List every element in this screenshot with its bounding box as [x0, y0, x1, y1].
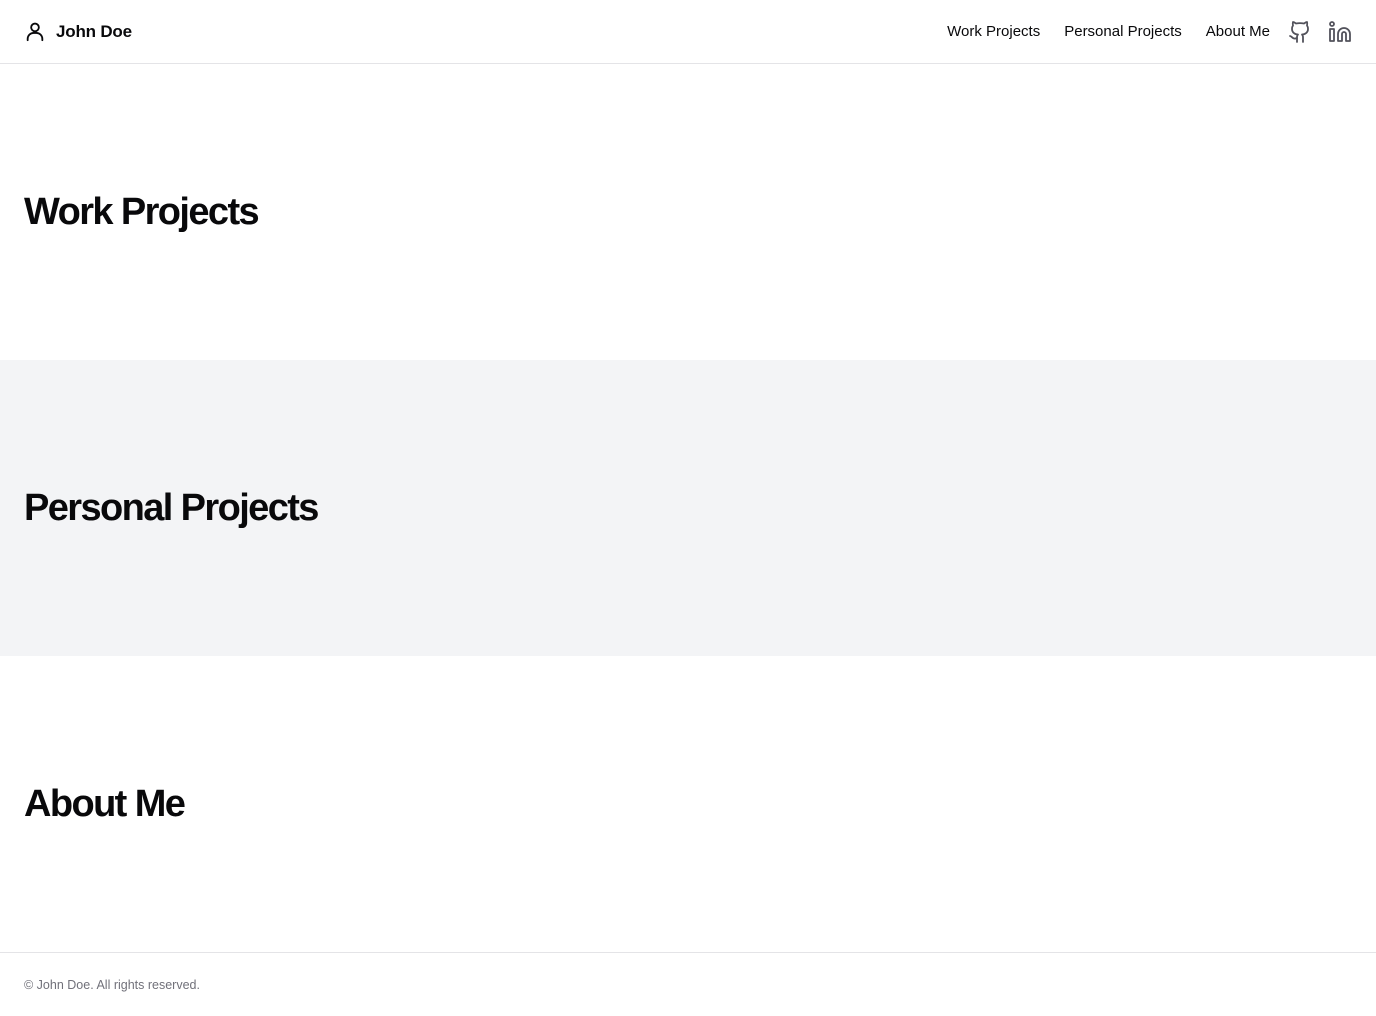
- about-me-section: About Me: [0, 656, 1376, 952]
- linkedin-link[interactable]: [1328, 20, 1352, 44]
- github-icon: [1288, 20, 1312, 44]
- user-icon: [24, 21, 46, 43]
- section-title-personal-projects: Personal Projects: [24, 487, 319, 529]
- personal-projects-section: Personal Projects: [0, 360, 1376, 656]
- section-title-about-me: About Me: [24, 783, 186, 825]
- work-projects-section: Work Projects: [0, 64, 1376, 360]
- site-header: John Doe Work Projects Personal Projects…: [0, 0, 1376, 64]
- main-nav: Work Projects Personal Projects About Me: [947, 20, 1352, 44]
- section-title-work-projects: Work Projects: [24, 191, 260, 233]
- brand-link[interactable]: John Doe: [24, 21, 132, 43]
- site-footer: © John Doe. All rights reserved.: [0, 952, 1376, 1016]
- nav-personal-projects[interactable]: Personal Projects: [1064, 23, 1182, 40]
- copyright-text: © John Doe. All rights reserved.: [24, 977, 200, 992]
- main-content: Work Projects Personal Projects About Me: [0, 64, 1376, 952]
- nav-about-me[interactable]: About Me: [1206, 23, 1270, 40]
- brand-name: John Doe: [56, 21, 132, 41]
- github-link[interactable]: [1288, 20, 1312, 44]
- nav-work-projects[interactable]: Work Projects: [947, 23, 1040, 40]
- linkedin-icon: [1328, 20, 1352, 44]
